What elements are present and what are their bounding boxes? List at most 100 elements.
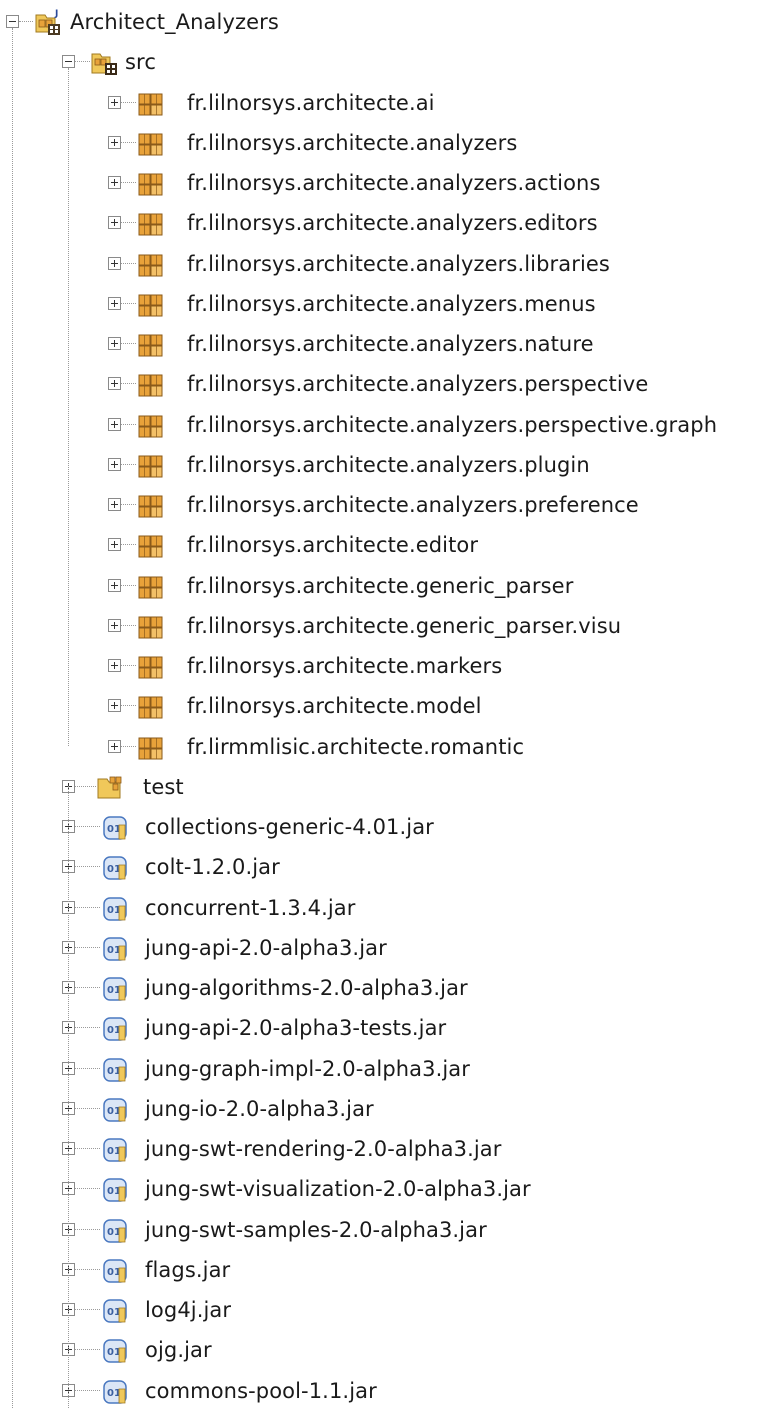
package-icon <box>136 89 166 117</box>
tree-item-label: jung-api-2.0-alpha3.jar <box>145 935 387 960</box>
tree-connector-line <box>121 745 136 747</box>
tree-item-jar[interactable]: 01 ojg.jar <box>0 1330 768 1370</box>
tree-item-label: fr.lilnorsys.architecte.editor <box>187 533 479 558</box>
tree-item-jar[interactable]: 01 jung-swt-visualization-2.0-alpha3.jar <box>0 1169 768 1209</box>
tree-connector-line <box>75 1309 100 1310</box>
tree-connector-line <box>75 1027 100 1029</box>
tree-item-label: fr.lirmmlisic.architecte.romantic <box>187 734 525 759</box>
tree-item-jar[interactable]: 01 colt-1.2.0.jar <box>0 847 768 887</box>
tree-item-package[interactable]: fr.lirmmlisic.architecte.romantic <box>0 727 768 767</box>
expand-icon[interactable] <box>108 498 121 511</box>
package-icon <box>136 531 166 559</box>
expand-icon[interactable] <box>108 337 121 350</box>
expand-icon[interactable] <box>108 659 121 672</box>
expand-icon[interactable] <box>108 95 121 109</box>
tree-item-package[interactable]: fr.lilnorsys.architecte.analyzers.prefer… <box>0 485 768 525</box>
tree-item-jar[interactable]: 01 collections-generic-4.01.jar <box>0 807 768 847</box>
tree-item-label: fr.lilnorsys.architecte.analyzers.librar… <box>187 251 610 276</box>
jar-icon: 01 <box>100 1014 130 1042</box>
package-explorer-tree: J Architect_Analyzers src fr.lilnorsys.arch… <box>0 0 768 1408</box>
tree-item-package[interactable]: fr.lilnorsys.architecte.analyzers.action… <box>0 163 768 203</box>
tree-connector-line <box>121 423 136 425</box>
package-icon <box>136 290 166 318</box>
tree-connector-line <box>75 866 100 868</box>
tree-connector-line <box>121 463 136 465</box>
expand-icon[interactable] <box>108 538 121 552</box>
jar-icon: 01 <box>100 813 130 841</box>
tree-item-label: fr.lilnorsys.architecte.markers <box>187 654 503 678</box>
tree-item-label: fr.lilnorsys.architecte.generic_parser <box>187 573 574 598</box>
source-folder-icon <box>90 48 120 76</box>
tree-item-package[interactable]: fr.lilnorsys.architecte.analyzers.plugin <box>0 445 768 485</box>
package-icon <box>136 733 166 761</box>
tree-item-package[interactable]: fr.lilnorsys.architecte.editor <box>0 525 768 565</box>
expand-icon[interactable] <box>108 699 121 713</box>
jar-icon: 01 <box>100 1216 130 1244</box>
tree-item-package[interactable]: fr.lilnorsys.architecte.model <box>0 686 768 726</box>
tree-connector-line <box>75 906 100 908</box>
package-icon <box>136 491 166 519</box>
tree-connector-line <box>121 624 136 626</box>
tree-item-jar[interactable]: 01 jung-api-2.0-alpha3-tests.jar <box>0 1008 768 1048</box>
tree-item-jar[interactable]: 01 jung-graph-impl-2.0-alpha3.jar <box>0 1049 768 1089</box>
tree-item-package[interactable]: fr.lilnorsys.architecte.ai <box>0 83 768 123</box>
package-icon <box>136 411 166 439</box>
collapse-icon[interactable] <box>62 55 75 69</box>
expand-icon[interactable] <box>108 457 121 471</box>
tree-item-package[interactable]: fr.lilnorsys.architecte.analyzers.menus <box>0 284 768 324</box>
tree-item-label: log4j.jar <box>145 1298 232 1322</box>
tree-item-package[interactable]: fr.lilnorsys.architecte.analyzers.perspe… <box>0 364 768 404</box>
expand-icon[interactable] <box>108 417 121 431</box>
tree-item-jar[interactable]: 01 jung-algorithms-2.0-alpha3.jar <box>0 968 768 1008</box>
tree-item-package[interactable]: fr.lilnorsys.architecte.markers <box>0 646 768 686</box>
tree-connector-line <box>75 1349 100 1351</box>
tree-item-label: fr.lilnorsys.architecte.analyzers.prefer… <box>187 493 639 517</box>
tree-item-label: fr.lilnorsys.architecte.analyzers.editor… <box>187 211 598 236</box>
tree-item-jar[interactable]: 01 jung-swt-rendering-2.0-alpha3.jar <box>0 1129 768 1169</box>
expand-icon[interactable] <box>108 296 121 310</box>
tree-item-label: ojg.jar <box>145 1338 212 1363</box>
tree-item-src[interactable]: src <box>0 42 768 82</box>
expand-icon[interactable] <box>108 618 121 632</box>
tree-item-jar[interactable]: 01 jung-api-2.0-alpha3.jar <box>0 928 768 968</box>
tree-item-label: jung-swt-samples-2.0-alpha3.jar <box>145 1217 487 1242</box>
tree-item-label: fr.lilnorsys.architecte.analyzers.menus <box>187 291 596 316</box>
tree-item-jar[interactable]: 01 log4j.jar <box>0 1290 768 1330</box>
tree-connector-line <box>75 946 100 948</box>
tree-item-label: commons-pool-1.1.jar <box>145 1378 377 1403</box>
tree-item-jar[interactable]: 01 jung-io-2.0-alpha3.jar <box>0 1089 768 1129</box>
tree-guide-line <box>12 28 13 1408</box>
tree-item-package[interactable]: fr.lilnorsys.architecte.analyzers.nature <box>0 324 768 364</box>
expand-icon[interactable] <box>108 377 121 391</box>
tree-item-package[interactable]: fr.lilnorsys.architecte.analyzers.librar… <box>0 244 768 284</box>
tree-connector-line <box>121 182 136 183</box>
expand-icon[interactable] <box>108 256 121 270</box>
tree-item-jar[interactable]: 01 commons-pool-1.1.jar <box>0 1371 768 1411</box>
tree-item-package[interactable]: fr.lilnorsys.architecte.generic_parser <box>0 566 768 606</box>
jar-icon: 01 <box>100 974 130 1002</box>
package-icon <box>136 572 166 600</box>
jar-icon: 01 <box>100 1256 130 1284</box>
expand-icon[interactable] <box>108 216 121 230</box>
tree-connector-line <box>75 987 100 988</box>
tree-item-jar[interactable]: 01 flags.jar <box>0 1250 768 1290</box>
tree-item-package[interactable]: fr.lilnorsys.architecte.analyzers.perspe… <box>0 405 768 445</box>
jar-icon: 01 <box>100 1336 130 1364</box>
tree-item-jar[interactable]: 01 jung-swt-samples-2.0-alpha3.jar <box>0 1210 768 1250</box>
tree-item-package[interactable]: fr.lilnorsys.architecte.analyzers.editor… <box>0 203 768 243</box>
expand-icon[interactable] <box>108 739 121 753</box>
tree-item-label: collections-generic-4.01.jar <box>145 815 434 839</box>
tree-item-package[interactable]: fr.lilnorsys.architecte.generic_parser.v… <box>0 606 768 646</box>
expand-icon[interactable] <box>108 135 121 149</box>
tree-item-package[interactable]: fr.lilnorsys.architecte.analyzers <box>0 123 768 163</box>
expand-icon[interactable] <box>108 578 121 592</box>
tree-connector-line <box>75 826 100 827</box>
package-icon <box>136 692 166 720</box>
tree-guide-line <box>68 785 69 1408</box>
tree-item-jar[interactable]: 01 concurrent-1.3.4.jar <box>0 888 768 928</box>
expand-icon[interactable] <box>108 176 121 189</box>
tree-item-project[interactable]: J Architect_Analyzers <box>0 2 768 42</box>
collapse-icon[interactable] <box>6 15 19 28</box>
tree-connector-line <box>121 504 136 505</box>
tree-item-test[interactable]: test <box>0 767 768 807</box>
